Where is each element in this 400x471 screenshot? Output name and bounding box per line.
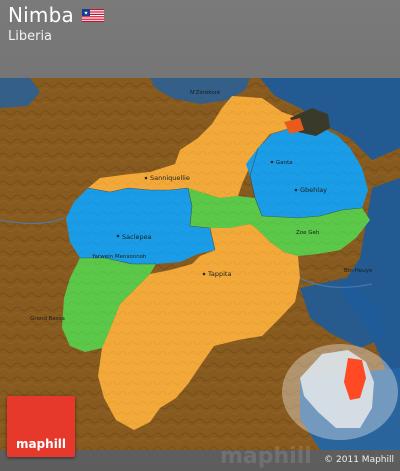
map-header: Nimba ★ Liberia: [0, 0, 400, 78]
label-yarwein: Yarwein Mensonnoh: [91, 254, 147, 260]
logo-text: maphill: [15, 437, 67, 451]
label-grandbassa: Grand Bassa: [30, 316, 65, 322]
label-gbehlay: Gbehlay: [300, 186, 327, 194]
maphill-logo[interactable]: maphill: [7, 396, 75, 457]
watermark: maphill: [220, 444, 312, 469]
label-zoegeh: Zoe Geh: [296, 230, 320, 236]
map-subtitle: Liberia: [8, 29, 53, 44]
label-sanniquellie: Sanniquellie: [150, 174, 190, 182]
title-row: Nimba ★: [8, 3, 104, 27]
map-frame: Nimba ★ Liberia Sanniquellie Saclepea Gb…: [0, 0, 400, 471]
map-title: Nimba: [8, 3, 74, 27]
label-binhouye: Bin-Houye: [344, 268, 373, 274]
label-ganta: Ganta: [276, 160, 293, 166]
label-tappita: Tappita: [207, 270, 231, 278]
svg-text:★: ★: [84, 10, 89, 16]
map-canvas[interactable]: Sanniquellie Saclepea Gbehlay Tappita Zo…: [0, 78, 400, 450]
liberia-flag-icon: ★: [81, 8, 104, 22]
label-saclepea: Saclepea: [122, 233, 152, 241]
copyright: © 2011 Maphill: [324, 455, 394, 465]
label-nzerekore: N'Zérékoré: [190, 89, 221, 96]
locator-inset: [282, 344, 398, 440]
